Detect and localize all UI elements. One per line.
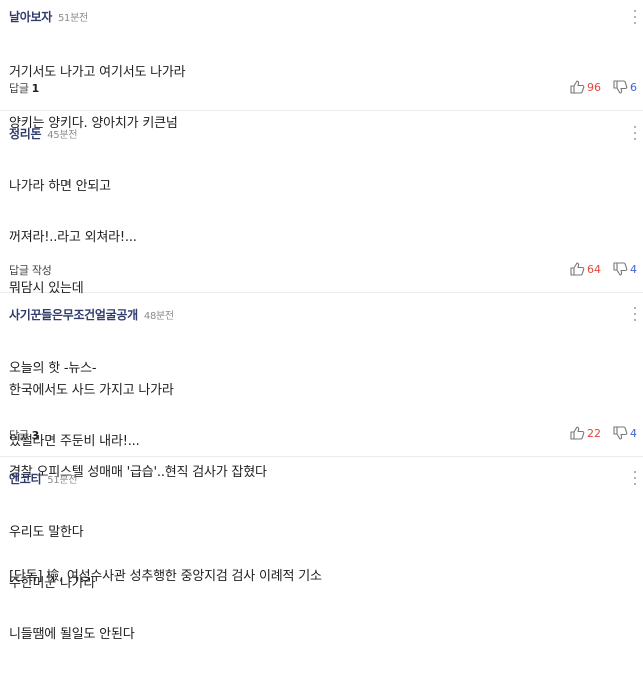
more-options-icon[interactable] (631, 126, 639, 140)
dislike-count: 6 (630, 80, 637, 94)
more-options-icon[interactable] (631, 10, 639, 24)
comment-time: 45분전 (47, 130, 78, 141)
comment-line (9, 413, 322, 430)
comment-nickname[interactable]: 정리돈 (9, 125, 42, 142)
comment-nickname[interactable]: 엔코티 (9, 470, 42, 487)
thumbs-down-icon (613, 80, 628, 94)
thumbs-up-icon (570, 80, 585, 94)
reply-button[interactable]: 답글 1 (9, 80, 39, 96)
reply-write-button[interactable]: 답글 작성 (9, 262, 52, 278)
more-options-icon[interactable] (631, 471, 639, 485)
reply-label: 답글 작성 (9, 264, 52, 277)
comment-line: 주한미군 나가라 (9, 576, 96, 591)
like-button[interactable]: 64 (570, 262, 601, 276)
comment-time: 51분전 (47, 475, 78, 486)
comment-line: 우리도 말한다 (9, 525, 84, 540)
comment-nickname[interactable]: 날아보자 (9, 8, 52, 25)
reply-label: 답글 (9, 429, 29, 442)
vote-area: 64 4 (570, 261, 637, 277)
vote-area: 22 4 (570, 425, 637, 441)
comment-line: 오늘의 핫 -뉴스- (9, 361, 97, 376)
dislike-button[interactable]: 4 (613, 426, 637, 440)
comment-item: 사기꾼들은무조건얼굴공개 48분전 오늘의 핫 -뉴스- 경찰 오피스텔 성매매… (0, 293, 643, 584)
comment-time: 48분전 (143, 311, 174, 322)
more-options-icon[interactable] (631, 307, 639, 321)
comment-header: 사기꾼들은무조건얼굴공개 48분전 (9, 306, 174, 324)
dislike-count: 4 (630, 262, 637, 276)
dislike-button[interactable]: 6 (613, 80, 637, 94)
comment-header: 정리돈 45분전 (9, 125, 77, 143)
thumbs-down-icon (613, 262, 628, 276)
comment-body: 우리도 말한다 주한미군 나가라 니들땜에 될일도 안된다 (9, 490, 135, 677)
comment-item: 날아보자 51분전 거기서도 나가고 여기서도 나가라 양키는 양키다. 양아치… (0, 0, 643, 131)
thumbs-up-icon (570, 262, 585, 276)
like-count: 96 (587, 80, 601, 94)
comment-line: 꺼져라!..라고 외쳐라!... (9, 230, 137, 245)
like-count: 22 (587, 426, 601, 440)
comment-item: 엔코티 51분전 우리도 말한다 주한미군 나가라 니들땜에 될일도 안된다 (0, 457, 643, 642)
vote-area: 96 6 (570, 79, 637, 95)
reply-label: 답글 (9, 82, 29, 95)
like-button[interactable]: 22 (570, 426, 601, 440)
comment-time: 51분전 (57, 13, 88, 24)
comment-line: 거기서도 나가고 여기서도 나가라 (9, 65, 186, 80)
comment-line: 니들땜에 될일도 안된다 (9, 627, 135, 642)
comment-header: 엔코티 51분전 (9, 470, 77, 488)
like-button[interactable]: 96 (570, 80, 601, 94)
reply-count: 3 (31, 428, 40, 442)
thumbs-down-icon (613, 426, 628, 440)
like-count: 64 (587, 262, 601, 276)
dislike-count: 4 (630, 426, 637, 440)
dislike-button[interactable]: 4 (613, 262, 637, 276)
comment-header: 날아보자 51분전 (9, 8, 88, 26)
comment-item: 정리돈 45분전 나가라 하면 안되고 꺼져라!..라고 외쳐라!... 뭐담시… (0, 111, 643, 449)
thumbs-up-icon (570, 426, 585, 440)
reply-count: 1 (31, 81, 40, 95)
reply-button[interactable]: 답글 3 (9, 427, 39, 443)
comment-line: 나가라 하면 안되고 (9, 179, 111, 194)
comment-nickname[interactable]: 사기꾼들은무조건얼굴공개 (9, 306, 138, 323)
